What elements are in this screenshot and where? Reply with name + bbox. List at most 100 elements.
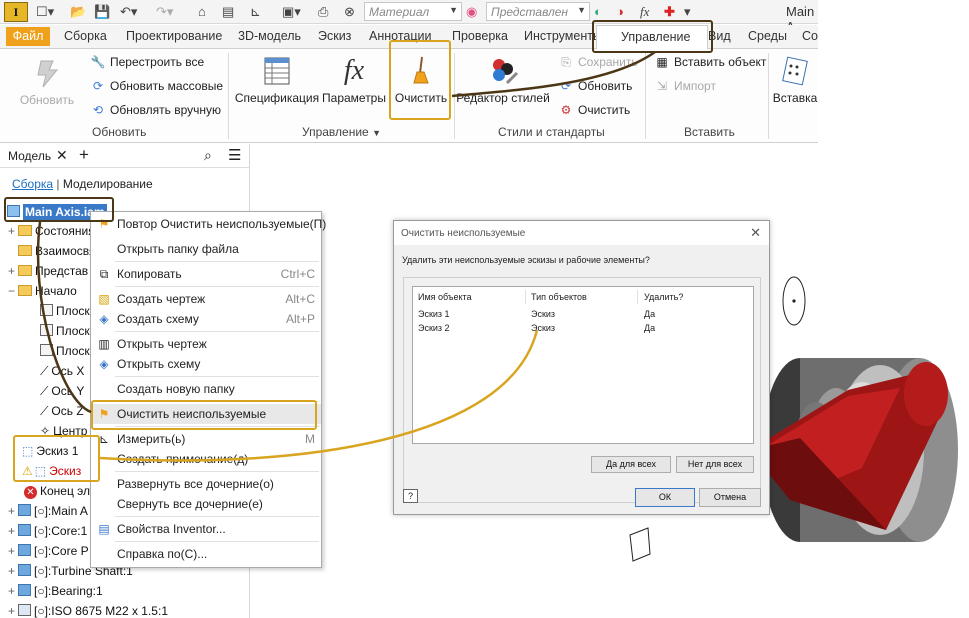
styles-update-button[interactable]: ⟳ Обновить — [558, 79, 632, 93]
menu-item-copy[interactable]: ⧉ Копировать Ctrl+C — [91, 264, 321, 284]
import-label: Импорт — [674, 79, 716, 93]
customize-icon[interactable]: ▾ — [684, 3, 691, 21]
tree-node[interactable]: Плоско — [40, 304, 97, 318]
tree-node[interactable]: + [○]:Main A — [8, 504, 88, 518]
tree-node[interactable]: + [○]:Core P — [8, 544, 89, 558]
column-header-name[interactable]: Имя объекта — [418, 292, 472, 302]
column-header-type[interactable]: Тип объектов — [531, 292, 587, 302]
menu-item-iproperties[interactable]: ▤ Свойства Inventor... — [91, 519, 321, 539]
link-assembly[interactable]: Сборка — [12, 177, 53, 191]
tree-node[interactable]: Плоско — [40, 324, 97, 338]
no-to-all-button[interactable]: Нет для всех — [676, 456, 754, 473]
tab-assembly[interactable]: Сборка — [64, 29, 107, 43]
tree-node[interactable]: Плоско — [40, 344, 97, 358]
menu-item-open-drawing[interactable]: ▥ Открыть чертеж — [91, 334, 321, 354]
close-icon[interactable]: ✕ — [56, 147, 68, 164]
redo-icon[interactable]: ↷▾ — [156, 3, 173, 21]
select-icon[interactable]: ▣▾ — [282, 3, 301, 21]
menu-item-create-note[interactable]: Создать примечание(д) — [91, 449, 321, 469]
row-delete[interactable]: Да — [644, 323, 655, 333]
update-icon[interactable]: ⎙ — [318, 3, 328, 21]
search-icon[interactable]: ⌕ — [204, 147, 212, 164]
row-name[interactable]: Эскиз 2 — [418, 323, 450, 333]
purge-list[interactable]: Имя объекта Тип объектов Удалить? Эскиз … — [412, 286, 754, 444]
update-manual-button[interactable]: ⟲ Обновлять вручную — [90, 103, 221, 117]
column-header-delete[interactable]: Удалить? — [644, 292, 683, 302]
undo-icon[interactable]: ↶▾ — [120, 3, 137, 21]
update-mass-button[interactable]: ⟳ Обновить массовые — [90, 79, 223, 93]
tab-3d-model[interactable]: 3D-модель — [238, 29, 301, 43]
save-icon[interactable]: 💾 — [94, 3, 110, 21]
rebuild-all-button[interactable]: 🔧 Перестроить все — [90, 55, 205, 69]
close-icon[interactable]: ✕ — [750, 225, 761, 241]
tree-node-label: Ось X — [51, 364, 85, 378]
cancel-button[interactable]: Отмена — [699, 488, 761, 507]
style-editor-button[interactable]: Редактор стилей — [456, 55, 550, 105]
row-delete[interactable]: Да — [644, 309, 655, 319]
home-icon[interactable]: ⌂ — [198, 3, 206, 21]
tab-model[interactable]: Модель — [8, 149, 51, 163]
tree-node[interactable]: + Состояния — [8, 224, 95, 238]
manage-group-label[interactable]: Управление ▼ — [302, 125, 381, 139]
yes-to-all-button[interactable]: Да для всех — [591, 456, 671, 473]
menu-item-create-drawing[interactable]: ▧ Создать чертеж Alt+C — [91, 289, 321, 309]
plus-icon[interactable]: ✚ — [664, 3, 675, 21]
tree-node[interactable]: Взаимосвя — [8, 244, 96, 258]
tree-node[interactable]: + Представ — [8, 264, 88, 278]
purge-dialog: Очистить неиспользуемые ✕ Удалить эти не… — [393, 220, 770, 515]
appearance-combo[interactable]: Представлен ▼ — [486, 2, 590, 21]
menu-item-open-presentation[interactable]: ◈ Открыть схему — [91, 354, 321, 374]
tab-file[interactable]: Файл — [6, 27, 50, 46]
insert-object-button[interactable]: ▦ Вставить объект — [654, 55, 766, 69]
styles-save-button[interactable]: ⎘ Сохранить — [558, 55, 637, 70]
tab-sketch[interactable]: Эскиз — [318, 29, 351, 43]
styles-purge-button[interactable]: ⚙ Очистить — [558, 103, 631, 117]
menu-item-measure[interactable]: ⊾ Измерить(ь) M — [91, 429, 321, 449]
row-name[interactable]: Эскиз 1 — [418, 309, 450, 319]
menu-item-expand-all[interactable]: Развернуть все дочерние(о) — [91, 474, 321, 494]
document-icon[interactable]: ▤ — [222, 3, 234, 21]
tree-node[interactable]: ⟋ Ось Y — [40, 384, 84, 399]
tree-node[interactable]: ⟋ Ось Z — [40, 404, 84, 419]
appearance-icon[interactable]: ⊗ — [344, 3, 355, 21]
menu-item-help[interactable]: Справка по(С)... — [91, 544, 321, 564]
tab-design[interactable]: Проектирование — [126, 29, 222, 43]
ok-button[interactable]: ОК — [635, 488, 695, 507]
insert-big-button[interactable]: Вставка — [772, 55, 818, 105]
color-wheel-icon[interactable]: ◉ — [466, 3, 477, 21]
help-icon[interactable]: ? — [403, 489, 418, 503]
material-combo[interactable]: Материал ▼ — [364, 2, 462, 21]
import-button[interactable]: ⇲ Импорт — [654, 79, 716, 93]
tree-node[interactable]: + [○]:Core:1 — [8, 524, 87, 538]
tab-more[interactable]: Со — [802, 29, 818, 43]
link-modeling[interactable]: Моделирование — [63, 177, 153, 191]
tab-environments[interactable]: Среды — [748, 29, 787, 43]
menu-separator — [115, 541, 319, 542]
open-file-icon[interactable]: 📂 — [70, 3, 86, 21]
menu-item-repeat-purge[interactable]: ⚑ Повтор Очистить неиспользуемые(П) — [91, 214, 327, 234]
tree-node[interactable]: ⟋ Ось X — [40, 364, 84, 379]
tab-inspect[interactable]: Проверка — [452, 29, 508, 43]
tab-tools[interactable]: Инструменты — [524, 29, 602, 43]
parameters-label: Параметры — [322, 91, 386, 105]
menu-icon[interactable]: ☰ — [228, 146, 241, 164]
bom-button[interactable]: Спецификация — [234, 55, 320, 105]
menu-separator — [115, 261, 319, 262]
menu-item-new-folder[interactable]: Создать новую папку — [91, 379, 321, 399]
add-tab-icon[interactable]: + — [79, 145, 89, 165]
new-file-icon[interactable]: ☐▾ — [36, 3, 54, 21]
adjust-icon[interactable]: ◐ — [594, 3, 602, 21]
menu-item-create-presentation[interactable]: ◈ Создать схему Alt+P — [91, 309, 321, 329]
menu-item-open-folder[interactable]: Открыть папку файла — [91, 239, 321, 259]
parameters-button[interactable]: fx Параметры — [322, 55, 386, 105]
update-big-button[interactable]: Обновить — [16, 57, 78, 107]
app-logo[interactable]: I — [4, 2, 28, 22]
fx-icon[interactable]: fx — [640, 3, 649, 21]
measure-icon[interactable]: ⊾ — [250, 3, 261, 21]
tree-node[interactable]: + [○]:ISO 8675 M22 x 1.5:1 — [8, 604, 168, 618]
tree-node[interactable]: + [○]:Bearing:1 — [8, 584, 103, 598]
tree-node[interactable]: − Начало — [8, 284, 77, 298]
clear-appearance-icon[interactable]: ◑ — [616, 3, 624, 21]
tree-node[interactable]: ✕ Конец эле — [24, 484, 97, 499]
menu-item-collapse-all[interactable]: Свернуть все дочерние(е) — [91, 494, 321, 514]
